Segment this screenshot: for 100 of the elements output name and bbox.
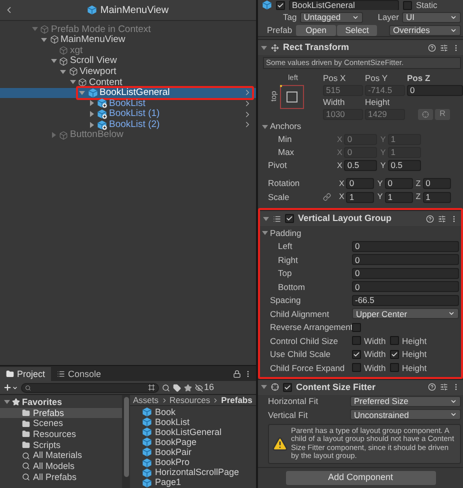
number-field[interactable]: 0 — [352, 281, 459, 292]
help-icon[interactable] — [426, 214, 434, 222]
number-field[interactable]: 0.5 — [388, 160, 421, 171]
presets-icon[interactable] — [440, 44, 448, 52]
favorite-item[interactable]: All Models — [0, 461, 122, 472]
panel-tab[interactable]: Console — [51, 367, 108, 381]
checkbox[interactable] — [390, 350, 399, 359]
number-field[interactable]: 0.5 — [344, 160, 378, 171]
label-icon[interactable] — [173, 384, 181, 392]
component-header[interactable]: Rect Transform — [258, 39, 463, 55]
name-field[interactable]: BookListGeneral — [289, 0, 399, 10]
axis-label: Z — [416, 193, 421, 201]
link-icon[interactable] — [323, 193, 331, 201]
component-header[interactable]: Content Size Fitter — [258, 378, 463, 394]
number-field[interactable]: 0 — [422, 178, 451, 189]
checkbox[interactable] — [352, 336, 361, 346]
favorite-item[interactable]: All Prefabs — [0, 472, 122, 482]
number-field[interactable]: 1 — [422, 192, 451, 202]
create-button[interactable] — [3, 383, 18, 392]
prefab-button[interactable]: Select — [337, 24, 378, 36]
dropdown[interactable]: UI — [402, 12, 461, 22]
help-icon[interactable] — [428, 44, 436, 52]
cube-icon — [142, 437, 152, 448]
favorite-item[interactable]: Resources — [0, 429, 122, 440]
dropdown[interactable]: Untagged — [300, 12, 363, 22]
number-field[interactable]: 1429 — [365, 108, 405, 120]
tree-item[interactable]: BookList — [0, 98, 256, 109]
expanded-arrow-icon[interactable] — [263, 216, 269, 222]
star-icon[interactable] — [184, 384, 192, 392]
checkbox[interactable] — [390, 363, 399, 372]
warning-icon — [272, 436, 288, 452]
scene-search-icon[interactable] — [162, 384, 170, 392]
number-field[interactable]: 1 — [346, 192, 374, 202]
lock-icon[interactable] — [233, 370, 241, 378]
checkbox[interactable] — [352, 363, 361, 372]
number-field[interactable]: 0 — [352, 240, 459, 252]
number-field[interactable]: 0 — [352, 254, 459, 266]
static-checkbox[interactable] — [403, 0, 412, 10]
number-field[interactable]: 0 — [346, 178, 374, 189]
plus-icon — [3, 383, 12, 392]
anchor-preset-icon[interactable] — [280, 84, 304, 108]
favorites-header[interactable]: Favorites — [0, 397, 122, 408]
property-label: Height — [402, 364, 427, 372]
asset-item[interactable]: Page1 — [142, 478, 256, 488]
hidden-packages-toggle[interactable]: 16 — [195, 383, 214, 392]
expanded-arrow-icon[interactable] — [4, 399, 10, 406]
asset-item[interactable]: BookPair — [142, 447, 256, 458]
property-label: Width — [364, 364, 386, 372]
active-checkbox[interactable] — [276, 0, 285, 10]
panel-tab[interactable]: Project — [0, 367, 52, 381]
tree-item[interactable]: Scroll View — [0, 56, 256, 66]
property-label: Scale — [268, 192, 290, 202]
search-field[interactable] — [21, 382, 159, 392]
expanded-arrow-icon[interactable] — [262, 124, 268, 130]
checkbox[interactable] — [352, 322, 361, 332]
number-field[interactable]: 0 — [407, 84, 463, 96]
number-field[interactable]: -66.5 — [352, 294, 459, 306]
asset-item[interactable]: BookList — [142, 417, 256, 428]
dropdown[interactable]: Preferred Size — [350, 396, 461, 407]
number-field[interactable]: 0 — [352, 268, 459, 279]
favorite-item[interactable]: Scripts — [0, 440, 122, 450]
tree-item[interactable]: BookList (1) — [0, 108, 256, 120]
presets-icon[interactable] — [440, 383, 448, 391]
help-icon[interactable] — [428, 383, 436, 391]
presets-icon[interactable] — [438, 214, 446, 222]
property-label: Tag — [283, 12, 297, 22]
tree-item[interactable]: MainMenuView — [0, 34, 256, 46]
blueprint-mode-button[interactable] — [418, 108, 433, 120]
prefab-button[interactable]: Open — [296, 24, 336, 36]
enable-checkbox[interactable] — [285, 214, 294, 223]
favorite-item[interactable]: All Materials — [0, 450, 122, 462]
checkbox[interactable] — [352, 350, 361, 359]
breadcrumb-link[interactable]: Resources — [170, 396, 210, 404]
asset-item[interactable]: BookListGeneral — [142, 427, 256, 438]
favorite-item[interactable]: Scenes — [0, 418, 122, 430]
axis-label: Y — [377, 193, 383, 201]
tree-item[interactable]: Content — [0, 76, 256, 88]
number-field[interactable]: 0 — [384, 178, 413, 189]
enable-checkbox[interactable] — [283, 382, 292, 392]
asset-item[interactable]: BookPage — [142, 437, 256, 448]
favorite-item[interactable]: Prefabs — [0, 408, 122, 418]
component-header[interactable]: Vertical Layout Group — [260, 210, 461, 226]
dropdown[interactable]: Upper Center — [352, 308, 459, 320]
number-field[interactable]: 1 — [384, 192, 413, 202]
tree-item[interactable]: Viewport — [0, 66, 256, 77]
breadcrumb-link[interactable]: Assets — [133, 396, 159, 404]
tree-item[interactable]: BookList (2) — [0, 119, 256, 130]
asset-item[interactable]: HorizontalScrollPage — [142, 468, 256, 478]
dropdown[interactable]: Overrides — [389, 24, 461, 36]
asset-item[interactable]: Book — [142, 407, 256, 418]
dropdown[interactable]: Unconstrained — [350, 409, 461, 420]
expanded-arrow-icon[interactable] — [262, 230, 268, 236]
expanded-arrow-icon[interactable] — [261, 44, 267, 50]
expanded-arrow-icon[interactable] — [261, 384, 267, 390]
asset-item[interactable]: BookPro — [142, 457, 256, 468]
add-component-button[interactable]: Add Component — [286, 470, 436, 485]
scrollbar-thumb[interactable] — [124, 397, 128, 477]
checkbox[interactable] — [390, 336, 399, 346]
breadcrumb-link[interactable]: Prefabs — [221, 396, 252, 404]
tree-item[interactable]: BookListGeneral — [0, 88, 256, 98]
